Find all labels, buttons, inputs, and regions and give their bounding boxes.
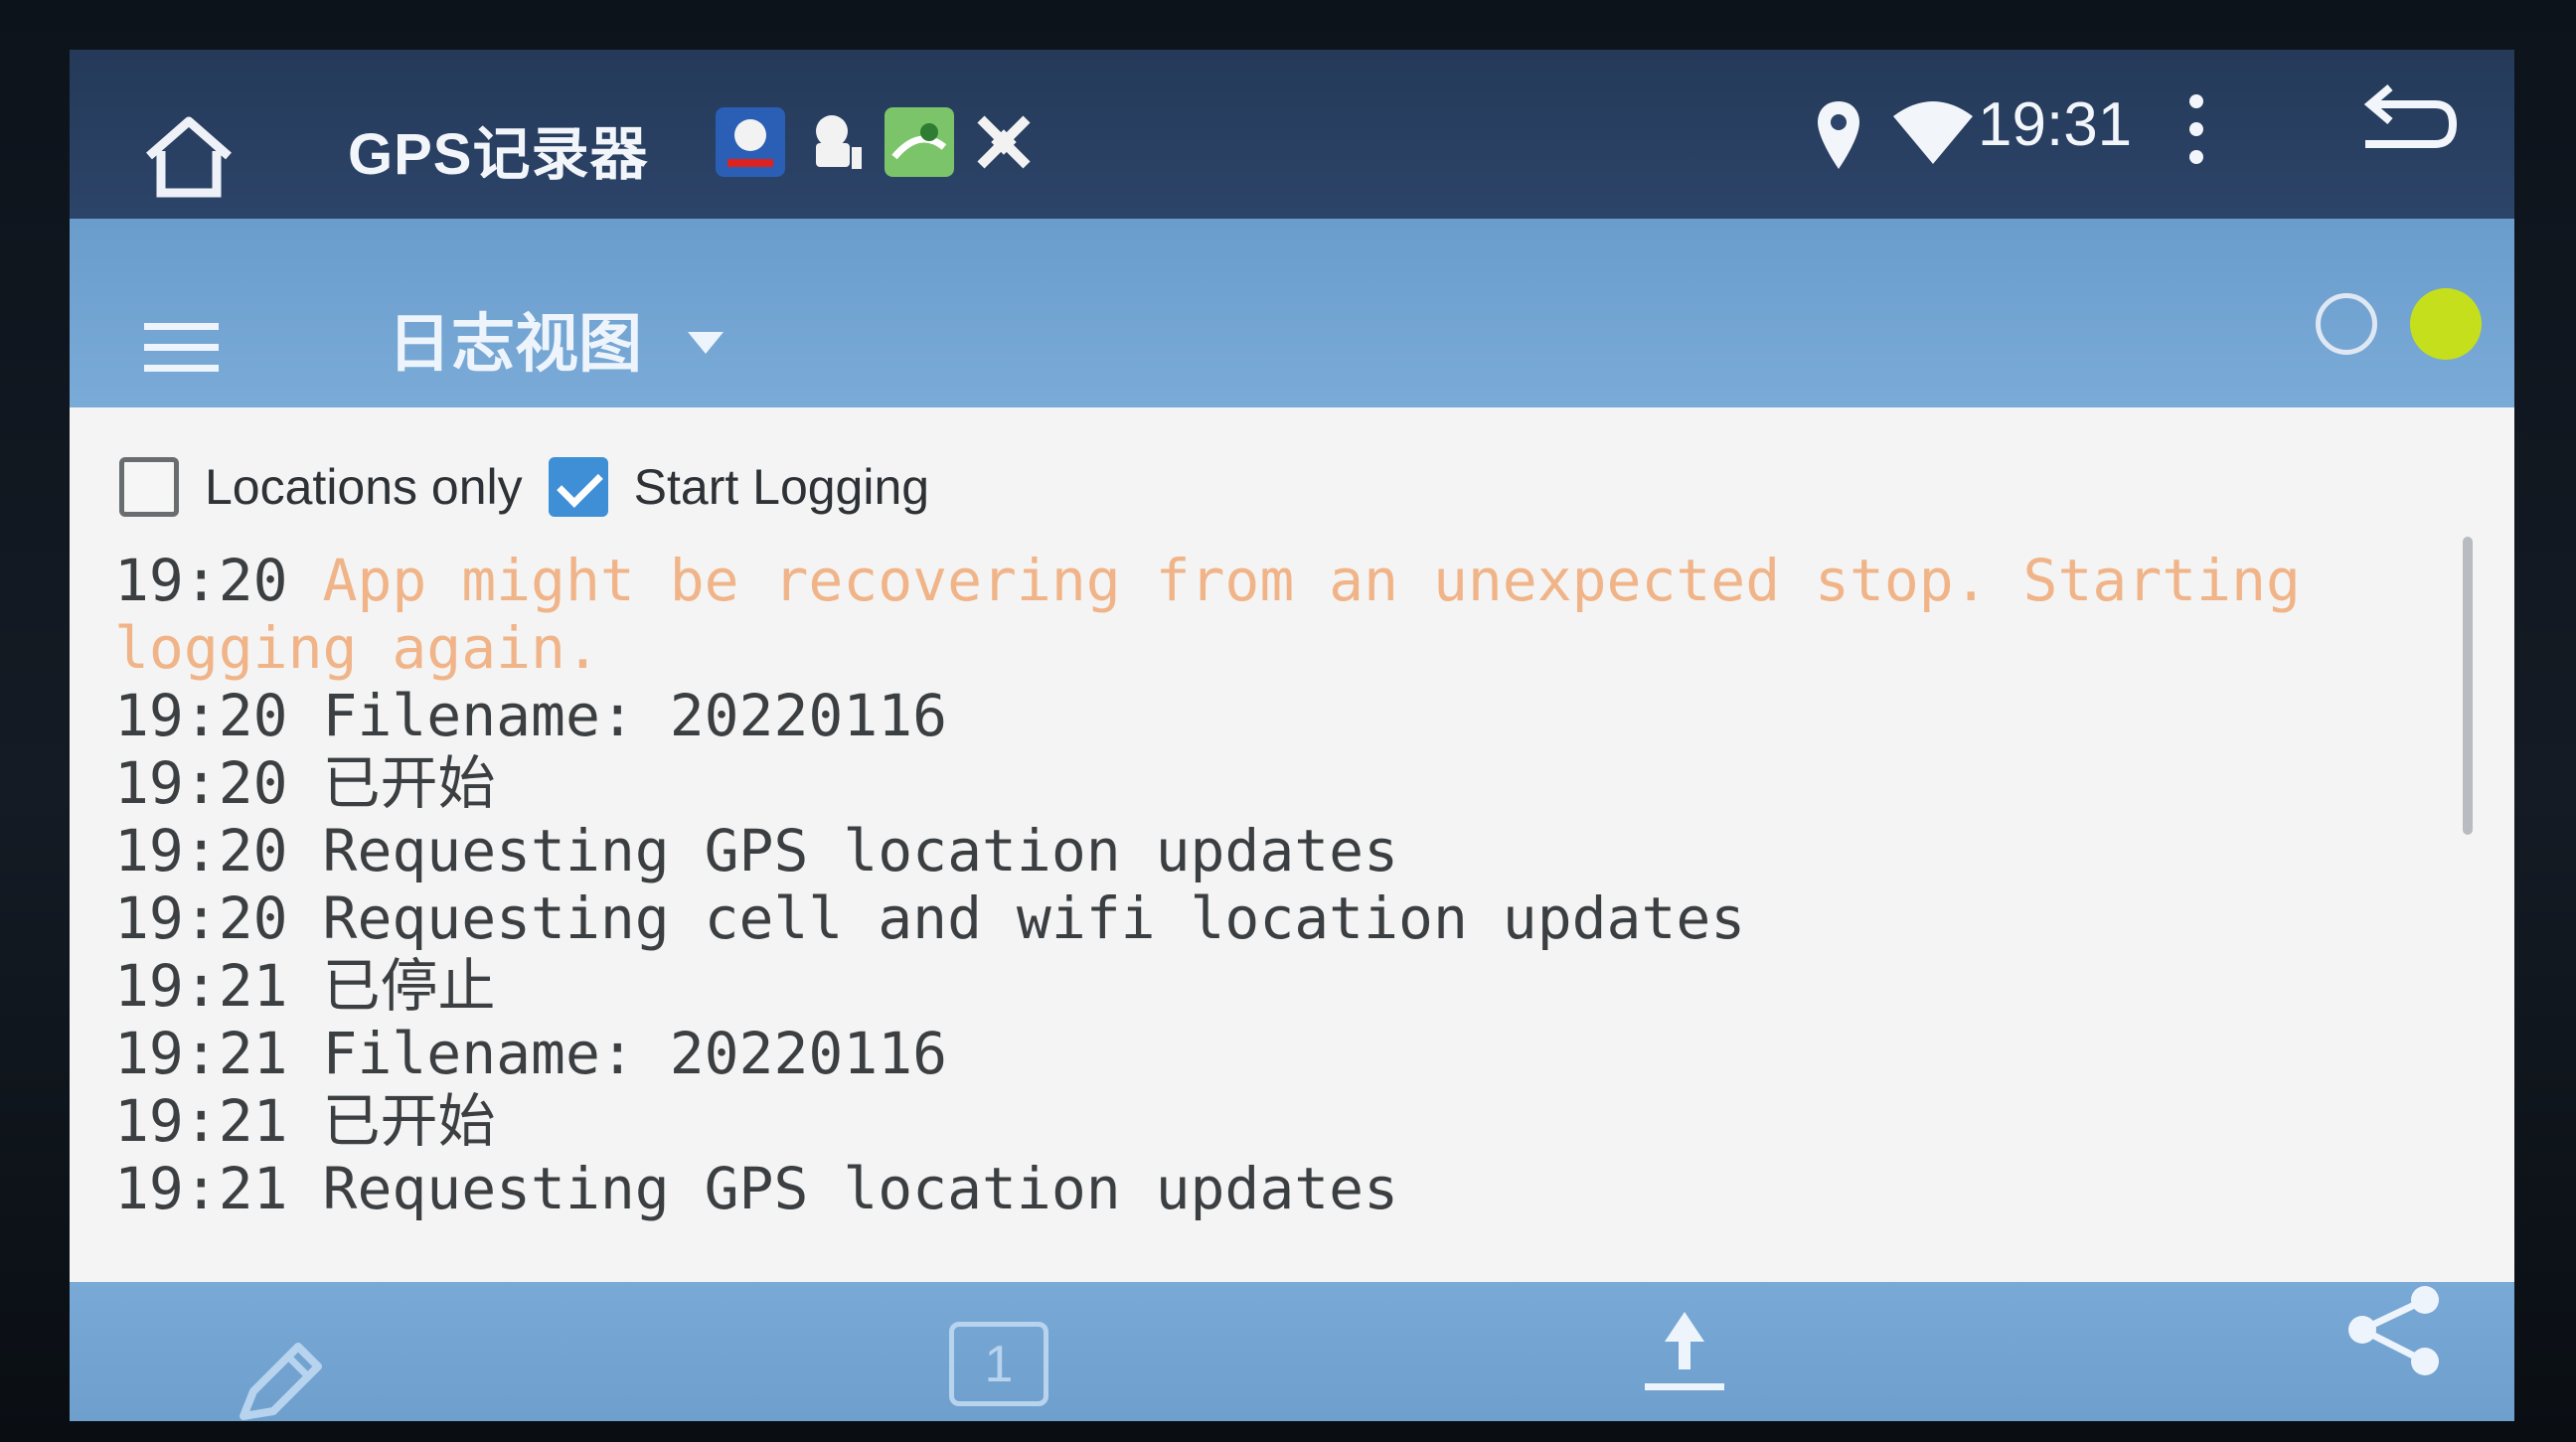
log-entry: 19:20 App might be recovering from an un…	[114, 547, 2440, 682]
view-selector[interactable]: 日志视图	[388, 293, 642, 385]
log-message: App might be recovering from an unexpect…	[114, 547, 2335, 682]
log-entry: 19:21 Filename: 20220116	[114, 1020, 2440, 1087]
log-entry: 19:20 已开始	[114, 749, 2440, 817]
log-options: Locations only Start Logging	[119, 447, 955, 527]
log-view: Locations only Start Logging 19:20 App m…	[70, 407, 2514, 1282]
map-icon	[885, 107, 954, 177]
upload-icon[interactable]	[1635, 1302, 1734, 1401]
wifi-icon	[1893, 101, 1973, 164]
log-timestamp: 19:20	[114, 547, 288, 614]
android-icon	[816, 115, 862, 169]
log-message: 已开始	[322, 749, 496, 817]
log-timestamp: 19:21	[114, 1020, 288, 1087]
app-title: GPS记录器	[348, 122, 649, 187]
status-ring-indicator	[2316, 293, 2377, 355]
home-icon[interactable]	[139, 111, 239, 201]
log-message: Filename: 20220116	[322, 682, 948, 749]
scrollbar[interactable]	[2463, 537, 2473, 835]
page-number-button[interactable]: 1	[949, 1322, 1048, 1406]
toolbar: 日志视图	[70, 219, 2514, 407]
log-message: Requesting cell and wifi location update…	[322, 884, 1746, 952]
log-list[interactable]: 19:20 App might be recovering from an un…	[114, 547, 2440, 1282]
log-entry: 19:21 已停止	[114, 952, 2440, 1020]
log-message: Requesting GPS location updates	[322, 817, 1399, 884]
weather-icon	[716, 107, 785, 177]
more-vert-icon[interactable]	[2181, 89, 2211, 169]
log-message: 已停止	[322, 952, 496, 1020]
locations-only-label: Locations only	[205, 459, 523, 515]
log-entry: 19:20 Requesting cell and wifi location …	[114, 884, 2440, 952]
clock: 19:31	[1978, 90, 2133, 159]
log-timestamp: 19:21	[114, 1155, 288, 1222]
bottom-bar: 1	[70, 1282, 2514, 1421]
log-entry: 19:21 Requesting GPS location updates	[114, 1155, 2440, 1222]
dropdown-arrow-icon[interactable]	[686, 328, 725, 358]
start-logging-label: Start Logging	[633, 459, 930, 515]
log-entry: 19:20 Requesting GPS location updates	[114, 817, 2440, 884]
log-entry: 19:20 Filename: 20220116	[114, 682, 2440, 749]
log-timestamp: 19:20	[114, 682, 288, 749]
locations-only-checkbox[interactable]	[119, 457, 179, 517]
satellite-icon	[977, 115, 1031, 169]
log-message: Requesting GPS location updates	[322, 1155, 1399, 1222]
share-icon[interactable]	[2340, 1282, 2450, 1381]
screen: GPS记录器 19:31 日志视图 Locations only Start L…	[70, 50, 2514, 1421]
log-timestamp: 19:20	[114, 884, 288, 952]
back-icon[interactable]	[2345, 80, 2465, 169]
status-dot-indicator	[2410, 288, 2482, 360]
hamburger-menu-icon[interactable]	[144, 318, 219, 378]
edit-pencil-icon[interactable]	[229, 1337, 328, 1421]
log-message: 已开始	[322, 1087, 496, 1155]
log-timestamp: 19:20	[114, 749, 288, 817]
status-bar: GPS记录器 19:31	[70, 50, 2514, 219]
log-entry: 19:21 已开始	[114, 1087, 2440, 1155]
log-message: Filename: 20220116	[322, 1020, 948, 1087]
log-timestamp: 19:21	[114, 1087, 288, 1155]
log-timestamp: 19:20	[114, 817, 288, 884]
location-pin-icon	[1818, 101, 1859, 169]
log-timestamp: 19:21	[114, 952, 288, 1020]
start-logging-checkbox[interactable]	[548, 457, 608, 517]
